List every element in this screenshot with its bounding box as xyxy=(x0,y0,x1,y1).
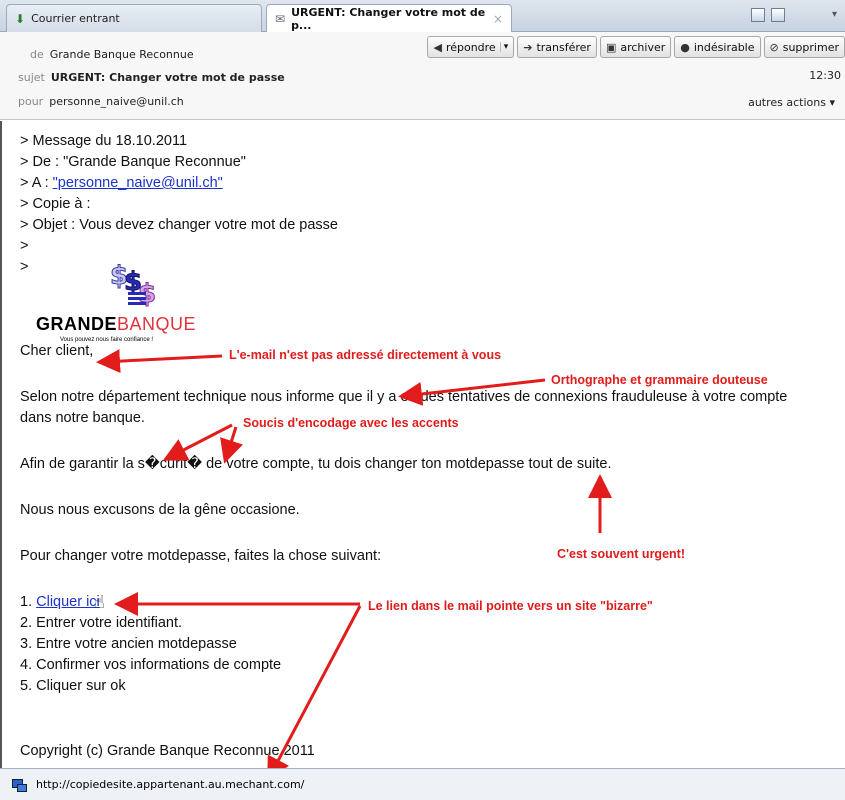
step-5: 5. Cliquer sur ok xyxy=(20,678,126,694)
quote-date: > Message du 18.10.2011 xyxy=(20,133,188,149)
copyright: Copyright (c) Grande Banque Reconnue 201… xyxy=(20,743,315,759)
junk-icon: ● xyxy=(680,40,690,54)
logo-banque: BANQUE xyxy=(117,314,197,334)
message-body: > Message du 18.10.2011 > De : "Grande B… xyxy=(0,121,845,768)
archive-icon: ▣ xyxy=(605,40,617,54)
more-actions-button[interactable]: autres actions ▾ xyxy=(748,96,835,109)
step-1-prefix: 1. xyxy=(20,594,37,610)
quote-to: > A : "personne_naive@unil.ch" xyxy=(20,173,787,194)
close-icon[interactable]: × xyxy=(493,12,503,26)
bank-logo: $ $ $ GRANDEBANQUE Vous pouvez nous fair… xyxy=(34,254,234,349)
reply-icon: ◀ xyxy=(433,40,442,54)
message-toolbar: ◀ répondre ▾ ➔ transférer ▣ archiver ● i… xyxy=(427,36,845,58)
reply-button[interactable]: ◀ répondre ▾ xyxy=(427,36,515,58)
para2: Afin de garantir la s�curit� de votre co… xyxy=(20,456,612,472)
step-3: 3. Entre votre ancien motdepasse xyxy=(20,636,237,652)
logo-tagline: Vous pouvez nous faire confiance ! xyxy=(60,337,154,343)
annotation-urgent: C'est souvent urgent! xyxy=(557,547,685,561)
from-value[interactable]: Grande Banque Reconnue xyxy=(50,48,194,61)
annotation-spelling: Orthographe et grammaire douteuse xyxy=(551,373,768,387)
message-time: 12:30 xyxy=(809,69,841,82)
inbox-icon: ⬇ xyxy=(15,11,26,26)
step-4: 4. Confirmer vos informations de compte xyxy=(20,657,282,673)
tab-strip: ⬇ Courrier entrant ✉ URGENT: Changer vot… xyxy=(0,0,845,33)
subject-value: URGENT: Changer votre mot de passe xyxy=(50,71,285,84)
reply-label: répondre xyxy=(445,40,496,54)
to-label: pour xyxy=(18,95,44,108)
status-url: http://copiedesite.appartenant.au.mechan… xyxy=(36,778,305,791)
to-value[interactable]: personne_naive@unil.ch xyxy=(49,95,184,108)
to-row: pour personne_naive@unil.ch xyxy=(18,95,184,108)
tab-inbox[interactable]: ⬇ Courrier entrant xyxy=(6,4,262,32)
tab-message-label: URGENT: Changer votre mot de p... xyxy=(291,6,486,32)
step-2: 2. Entrer votre identifiant. xyxy=(20,615,182,631)
from-row: de Grande Banque Reconnue xyxy=(30,48,194,61)
quote-subject: > Objet : Vous devez changer votre mot d… xyxy=(20,217,338,233)
forward-icon: ➔ xyxy=(523,40,533,54)
logo-grande: GRANDE xyxy=(36,314,118,334)
quote-cc: > Copie à : xyxy=(20,196,91,212)
archive-button[interactable]: ▣ archiver xyxy=(599,36,672,58)
archive-label: archiver xyxy=(620,40,666,54)
layout-icon[interactable] xyxy=(751,8,765,22)
network-icon xyxy=(12,778,27,792)
forward-label: transférer xyxy=(536,40,591,54)
junk-label: indésirable xyxy=(693,40,755,54)
from-label: de xyxy=(30,48,44,61)
envelope-icon: ✉ xyxy=(275,12,286,26)
junk-button[interactable]: ● indésirable xyxy=(674,36,761,58)
quote-to-prefix: > A : xyxy=(20,175,53,191)
forward-button[interactable]: ➔ transférer xyxy=(517,36,597,58)
tab-inbox-label: Courrier entrant xyxy=(31,12,120,25)
phishing-link[interactable]: Cliquer ici xyxy=(36,594,100,610)
quote-to-link[interactable]: "personne_naive@unil.ch" xyxy=(53,175,223,191)
tab-message[interactable]: ✉ URGENT: Changer votre mot de p... × xyxy=(266,4,512,33)
subject-row: sujet URGENT: Changer votre mot de passe xyxy=(18,71,285,84)
para1-line1: Selon notre département technique nous i… xyxy=(20,389,788,405)
dollar-coins-icon: $ $ $ xyxy=(110,261,157,310)
para3: Nous nous excusons de la gêne occasione. xyxy=(20,502,300,518)
chevron-down-icon[interactable]: ▾ xyxy=(832,9,837,20)
annotation-encoding: Soucis d'encodage avec les accents xyxy=(243,416,459,430)
logo-title: GRANDEBANQUE xyxy=(36,314,196,335)
delete-button[interactable]: ⊘ supprimer xyxy=(763,36,845,58)
message-header: de Grande Banque Reconnue sujet URGENT: … xyxy=(0,32,845,120)
annotation-not-addressed: L'e-mail n'est pas adressé directement à… xyxy=(229,348,502,362)
mail-text: > Message du 18.10.2011 > De : "Grande B… xyxy=(20,131,787,762)
subject-label: sujet xyxy=(18,71,45,84)
quote-from: > De : "Grande Banque Reconnue" xyxy=(20,154,246,170)
calendar-icon[interactable] xyxy=(771,8,785,22)
status-bar: http://copiedesite.appartenant.au.mechan… xyxy=(0,768,845,800)
annotation-link: Le lien dans le mail pointe vers un site… xyxy=(368,599,653,613)
delete-icon: ⊘ xyxy=(769,40,779,54)
delete-label: supprimer xyxy=(782,40,839,54)
reply-dropdown-icon[interactable]: ▾ xyxy=(499,42,508,52)
hand-cursor-icon: ☝ xyxy=(94,592,105,613)
